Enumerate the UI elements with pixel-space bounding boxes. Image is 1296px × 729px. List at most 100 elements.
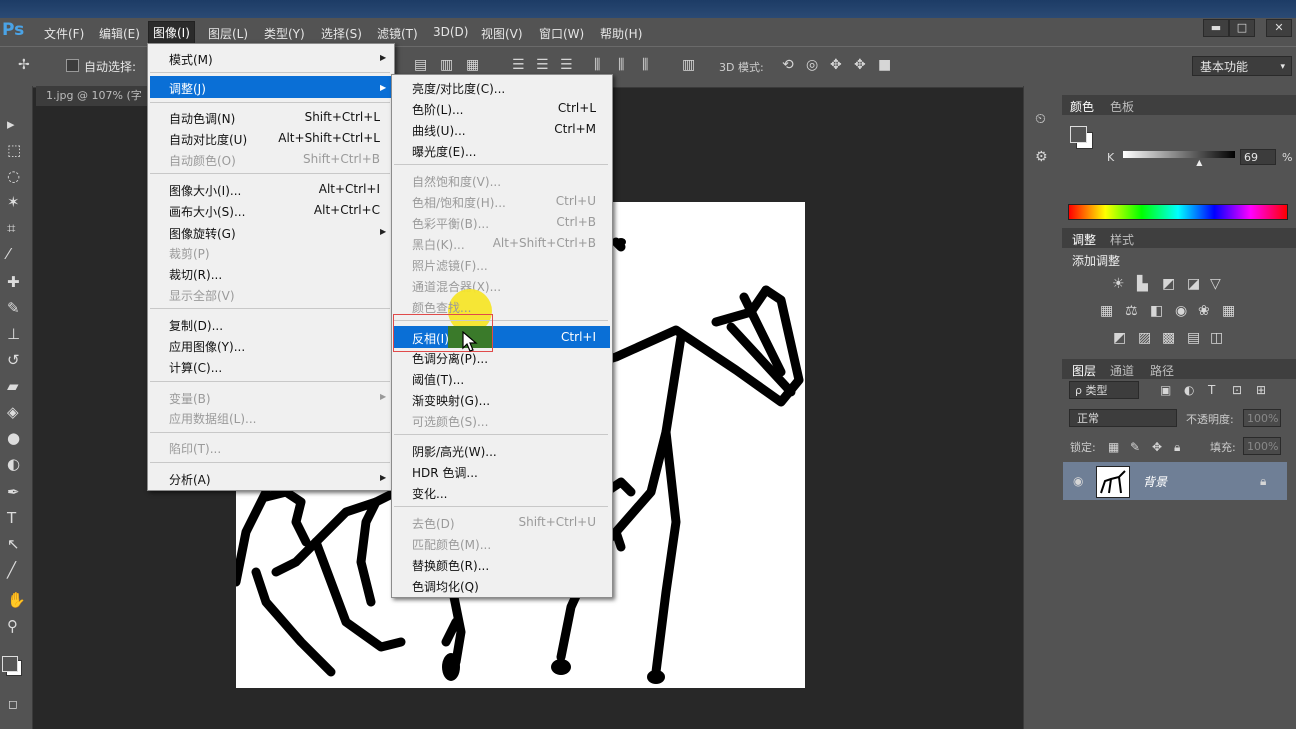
hand-tool-icon[interactable]: ✋	[7, 592, 26, 608]
menu-3d[interactable]: 3D(D)	[433, 25, 468, 39]
selective-color-icon[interactable]: ◫	[1210, 331, 1223, 345]
vibrance-icon[interactable]: ▽	[1210, 277, 1221, 291]
fg-color-chip[interactable]	[1070, 126, 1087, 143]
menu-item-crop[interactable]: 裁剪(P)	[169, 245, 210, 262]
fill-input[interactable]: 100%	[1243, 437, 1281, 455]
menu-item-selective-color[interactable]: 可选颜色(S)...	[412, 413, 488, 430]
gradient-map-icon[interactable]: ▤	[1187, 331, 1200, 345]
3d-slide-icon[interactable]: ✥	[854, 58, 866, 72]
foreground-color-swatch[interactable]	[2, 656, 18, 672]
marquee-tool-icon[interactable]: ⬚	[7, 142, 21, 158]
menu-window[interactable]: 窗口(W)	[539, 25, 584, 42]
menu-image[interactable]: 图像(I)	[148, 21, 195, 45]
menu-item-photo-filter[interactable]: 照片滤镜(F)...	[412, 257, 488, 274]
tab-styles[interactable]: 样式	[1110, 231, 1134, 248]
tab-swatches[interactable]: 色板	[1110, 98, 1134, 115]
move-tool-icon[interactable]: ▸	[7, 116, 15, 132]
menu-item-apply-data-set[interactable]: 应用数据组(L)...	[169, 410, 257, 427]
brush-tool-icon[interactable]: ✎	[7, 300, 20, 316]
auto-select-checkbox[interactable]	[66, 59, 79, 72]
hue-sat-icon[interactable]: ▦	[1100, 304, 1113, 318]
workspace-select[interactable]: 基本功能 ▾	[1192, 56, 1292, 76]
menu-item-hdr-toning[interactable]: HDR 色调...	[412, 464, 478, 481]
menu-item-trim[interactable]: 裁切(R)...	[169, 266, 222, 283]
tab-color[interactable]: 颜色	[1070, 98, 1094, 115]
distribute-icon[interactable]: ⫼	[618, 58, 624, 72]
path-select-icon[interactable]: ↖	[7, 536, 20, 552]
3d-rotate-icon[interactable]: ⟲	[782, 58, 794, 72]
photo-filter-icon[interactable]: ◉	[1175, 304, 1187, 318]
levels-icon[interactable]: ▙	[1137, 277, 1148, 291]
tab-layers[interactable]: 图层	[1072, 362, 1096, 379]
curves-icon[interactable]: ◩	[1162, 277, 1175, 291]
dodge-tool-icon[interactable]: ◐	[7, 456, 20, 472]
paint-bucket-icon[interactable]: ◈	[7, 404, 19, 420]
history-icon[interactable]: ⏲	[1035, 112, 1046, 126]
menu-item-apply-image[interactable]: 应用图像(Y)...	[169, 338, 245, 355]
menu-item-auto-contrast[interactable]: 自动对比度(U)	[169, 131, 247, 148]
distribute-icon[interactable]: ☰	[560, 58, 573, 72]
menu-item-reveal-all[interactable]: 显示全部(V)	[169, 287, 235, 304]
menu-item-calculations[interactable]: 计算(C)...	[169, 359, 222, 376]
invert-icon[interactable]: ◩	[1113, 331, 1126, 345]
move-tool-icon[interactable]: ✢	[18, 58, 30, 72]
lasso-tool-icon[interactable]: ◌	[7, 168, 20, 184]
close-button[interactable]: ✕	[1266, 19, 1292, 37]
menu-item-shadows-highlights[interactable]: 阴影/高光(W)...	[412, 443, 497, 460]
tab-channels[interactable]: 通道	[1110, 362, 1134, 379]
threshold-icon[interactable]: ▩	[1162, 331, 1175, 345]
eye-visibility-icon[interactable]: ◉	[1073, 474, 1083, 488]
magic-wand-icon[interactable]: ✶	[7, 194, 20, 210]
filter-smart-icon[interactable]: ⊞	[1256, 383, 1266, 397]
type-tool-icon[interactable]: T	[7, 510, 16, 526]
k-slider-track[interactable]	[1123, 151, 1235, 158]
menu-item-color-balance[interactable]: 色彩平衡(B)...	[412, 215, 489, 232]
menu-item-hue-saturation[interactable]: 色相/饱和度(H)...	[412, 194, 506, 211]
color-balance-icon[interactable]: ⚖	[1125, 304, 1138, 318]
menu-edit[interactable]: 编辑(E)	[99, 25, 140, 42]
menu-item-brightness-contrast[interactable]: 亮度/对比度(C)...	[412, 80, 505, 97]
menu-item-trap[interactable]: 陷印(T)...	[169, 440, 221, 457]
menu-item-vibrance[interactable]: 自然饱和度(V)...	[412, 173, 501, 190]
3d-roll-icon[interactable]: ◎	[806, 58, 818, 72]
menu-item-mode[interactable]: 模式(M)	[169, 51, 213, 68]
lock-all-icon[interactable]: 🔒︎	[1174, 440, 1180, 454]
auto-align-icon[interactable]: ▥	[682, 58, 695, 72]
menu-item-auto-tone[interactable]: 自动色调(N)	[169, 110, 235, 127]
filter-shape-icon[interactable]: ⊡	[1232, 383, 1242, 397]
menu-item-levels[interactable]: 色阶(L)...	[412, 101, 464, 118]
menu-item-variables[interactable]: 变量(B)	[169, 390, 211, 407]
k-slider-thumb[interactable]: ▲	[1196, 158, 1202, 167]
menu-item-replace-color[interactable]: 替换颜色(R)...	[412, 557, 489, 574]
menu-filter[interactable]: 滤镜(T)	[377, 25, 418, 42]
brightness-icon[interactable]: ☀	[1112, 277, 1125, 291]
3d-pan-icon[interactable]: ✥	[830, 58, 842, 72]
menu-item-invert[interactable]: 反相(I)	[412, 330, 449, 347]
menu-item-variations[interactable]: 变化...	[412, 485, 447, 502]
properties-icon[interactable]: ⚙	[1035, 150, 1048, 164]
color-spectrum-bar[interactable]	[1068, 204, 1288, 220]
blend-mode-select[interactable]: 正常	[1069, 409, 1177, 427]
exposure-icon[interactable]: ◪	[1187, 277, 1200, 291]
lock-position-icon[interactable]: ✥	[1152, 440, 1162, 454]
history-brush-icon[interactable]: ↺	[7, 352, 20, 368]
align-icon[interactable]: ▤	[414, 58, 427, 72]
align-icon[interactable]: ▦	[466, 58, 479, 72]
menu-item-image-rotation[interactable]: 图像旋转(G)	[169, 225, 236, 242]
menu-item-curves[interactable]: 曲线(U)...	[412, 122, 466, 139]
healing-brush-icon[interactable]: ✚	[7, 274, 20, 290]
eyedropper-icon[interactable]: ⁄	[7, 246, 10, 262]
menu-item-auto-color[interactable]: 自动颜色(O)	[169, 152, 236, 169]
minimize-button[interactable]: ▬	[1203, 19, 1229, 37]
filter-type-icon[interactable]: T	[1208, 383, 1215, 397]
menu-item-image-size[interactable]: 图像大小(I)...	[169, 182, 241, 199]
distribute-icon[interactable]: ☰	[512, 58, 525, 72]
menu-item-analysis[interactable]: 分析(A)	[169, 471, 211, 488]
align-icon[interactable]: ▥	[440, 58, 453, 72]
color-lookup-icon[interactable]: ▦	[1222, 304, 1235, 318]
menu-item-canvas-size[interactable]: 画布大小(S)...	[169, 203, 245, 220]
stamp-tool-icon[interactable]: ⊥	[7, 326, 20, 342]
bw-icon[interactable]: ◧	[1150, 304, 1163, 318]
line-tool-icon[interactable]: ╱	[7, 562, 16, 578]
layer-row[interactable]: ◉ 背景 🔒︎	[1063, 462, 1287, 500]
